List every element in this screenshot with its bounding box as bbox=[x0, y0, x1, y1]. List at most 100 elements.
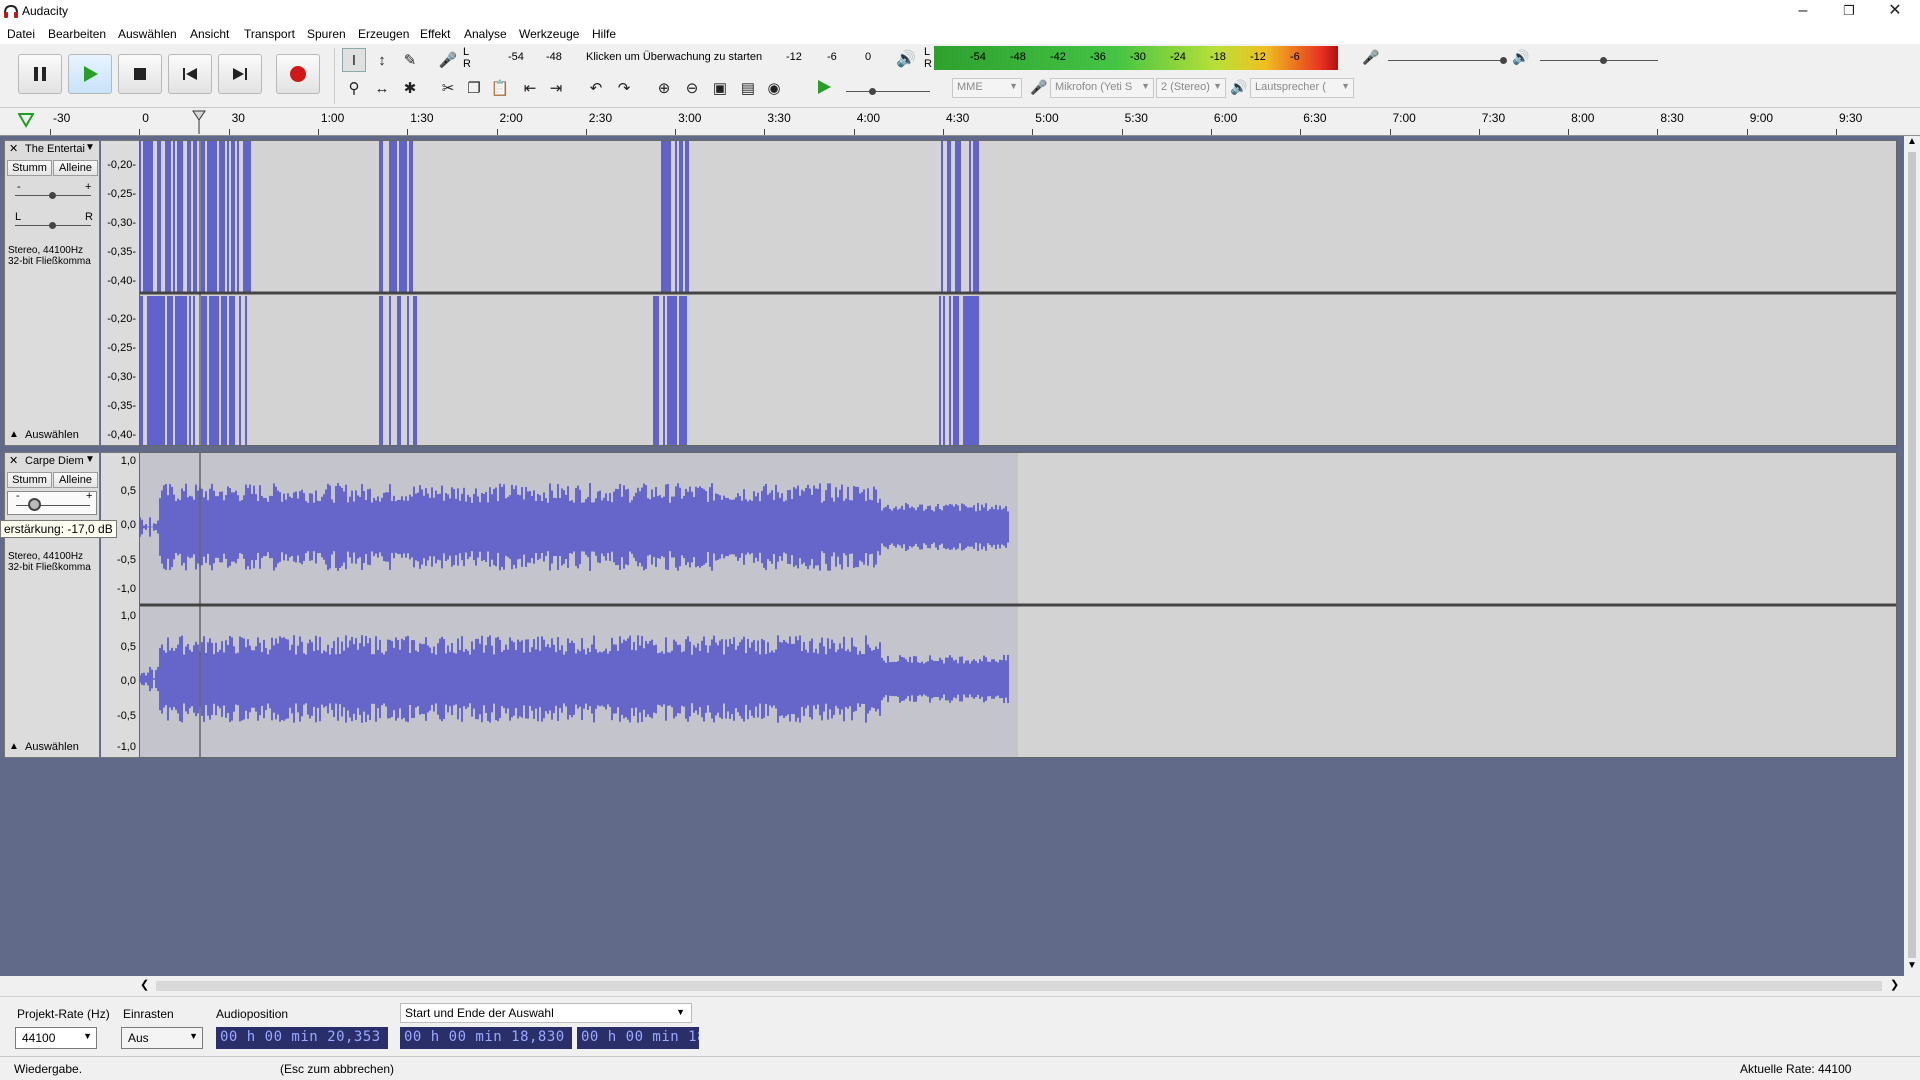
track-name-menu[interactable]: ✕ Carpe Diem ▼ bbox=[7, 454, 97, 470]
minimize-button[interactable]: – bbox=[1780, 0, 1826, 24]
menu-erzeugen[interactable]: Erzeugen bbox=[358, 27, 409, 41]
close-window-button[interactable]: ✕ bbox=[1872, 0, 1918, 24]
stop-button[interactable] bbox=[118, 54, 162, 94]
play-speed-slider[interactable] bbox=[846, 91, 930, 92]
pause-button[interactable] bbox=[18, 54, 62, 94]
rec-meter-hint[interactable]: Klicken um Überwachung zu starten bbox=[586, 51, 762, 63]
draw-tool-icon[interactable]: ✎ bbox=[398, 48, 422, 72]
microphone-icon[interactable]: 🎤 bbox=[436, 48, 460, 72]
project-rate-select[interactable]: 44100 ▼ bbox=[15, 1027, 97, 1049]
scale-label: -0,25- bbox=[107, 342, 136, 354]
track-waveform[interactable] bbox=[139, 452, 1897, 758]
horizontal-scroll-thumb[interactable] bbox=[156, 981, 1882, 991]
maximize-button[interactable]: ❐ bbox=[1826, 0, 1872, 24]
scroll-up-icon[interactable]: ▲ bbox=[1907, 136, 1917, 147]
playback-volume-slider[interactable] bbox=[1540, 60, 1658, 61]
track-vertical-scale[interactable]: -0,20- -0,25- -0,30- -0,35- -0,40- -0,20… bbox=[101, 140, 139, 446]
solo-button[interactable]: Alleine bbox=[53, 472, 98, 488]
play-button[interactable] bbox=[68, 54, 112, 94]
ruler-tick-mark bbox=[228, 129, 230, 135]
timeline-ruler[interactable]: -30 0 30 1:00 1:30 2:00 2:30 3:00 3:30 4:00 4:30 5:… bbox=[0, 108, 1920, 136]
playback-volume-knob[interactable] bbox=[1600, 57, 1607, 64]
redo-icon[interactable]: ↷ bbox=[612, 76, 636, 100]
output-device-select[interactable]: Lautsprecher (▼ bbox=[1250, 78, 1354, 98]
audio-host-select[interactable]: MME ▼ bbox=[952, 78, 1022, 98]
record-volume-slider[interactable] bbox=[1388, 60, 1506, 61]
selection-end-display[interactable]: 00 h 00 min 18,83 bbox=[577, 1027, 699, 1049]
track-name-menu[interactable]: ✕ The Entertai ▼ bbox=[7, 142, 97, 158]
pan-slider-knob[interactable] bbox=[49, 222, 56, 229]
menu-effekt[interactable]: Effekt bbox=[420, 27, 450, 41]
menu-werkzeuge[interactable]: Werkzeuge bbox=[519, 27, 579, 41]
horizontal-scrollbar[interactable]: ❮ ❯ bbox=[0, 976, 1904, 996]
ruler-tick-label: 5:00 bbox=[1035, 111, 1059, 125]
menu-hilfe[interactable]: Hilfe bbox=[592, 27, 616, 41]
input-device-select[interactable]: Mikrofon (Yeti S ▼ bbox=[1050, 78, 1154, 98]
vertical-scroll-thumb[interactable] bbox=[1908, 152, 1916, 958]
track-menu-arrow-icon[interactable]: ▼ bbox=[85, 454, 95, 465]
select-track-button[interactable]: ▲ Auswählen bbox=[7, 429, 97, 443]
menu-ansicht[interactable]: Ansicht bbox=[190, 27, 229, 41]
menu-auswaehlen[interactable]: Auswählen bbox=[118, 27, 177, 41]
menu-datei[interactable]: Datei bbox=[7, 27, 35, 41]
fit-project-icon[interactable]: ▤ bbox=[736, 76, 760, 100]
mute-button[interactable]: Stumm bbox=[7, 160, 52, 176]
zoom-in-icon[interactable]: ⊕ bbox=[652, 76, 676, 100]
ruler-tick-label: 1:30 bbox=[410, 111, 434, 125]
speaker-icon[interactable]: 🔊 bbox=[896, 49, 916, 69]
scroll-right-icon[interactable]: ❯ bbox=[1890, 978, 1899, 991]
track-area[interactable]: ✕ The Entertai ▼ Stumm Alleine - + L R S… bbox=[0, 136, 1904, 976]
vertical-scrollbar[interactable]: ▲ ▼ bbox=[1904, 136, 1920, 976]
selection-mode-select[interactable]: Start und Ende der Auswahl ▼ bbox=[400, 1003, 692, 1023]
play-at-speed-button[interactable] bbox=[816, 79, 832, 98]
record-volume-icon: 🎤 bbox=[1362, 49, 1380, 65]
collapse-arrow-icon[interactable]: ▲ bbox=[9, 429, 19, 440]
envelope-tool-icon[interactable]: ↕ bbox=[370, 48, 394, 72]
scroll-left-icon[interactable]: ❮ bbox=[140, 978, 149, 991]
menu-transport[interactable]: Transport bbox=[244, 27, 295, 41]
fit-selection-icon[interactable]: ▣ bbox=[708, 76, 732, 100]
trim-icon[interactable]: ⇤ bbox=[518, 76, 542, 100]
track-vertical-scale[interactable]: 1,0 0,5 0,0 -0,5 -1,0 1,0 0,5 0,0 -0,5 -… bbox=[101, 452, 139, 758]
copy-icon[interactable]: ❐ bbox=[462, 76, 486, 100]
select-track-button[interactable]: ▲ Auswählen bbox=[7, 741, 97, 755]
solo-button[interactable]: Alleine bbox=[53, 160, 98, 176]
play-tick: -12 bbox=[1250, 51, 1266, 63]
scroll-down-icon[interactable]: ▼ bbox=[1907, 960, 1917, 971]
skip-to-end-button[interactable] bbox=[218, 54, 262, 94]
undo-icon[interactable]: ↶ bbox=[584, 76, 608, 100]
record-volume-knob[interactable] bbox=[1500, 57, 1507, 64]
multi-tool-icon[interactable]: ✱ bbox=[398, 76, 422, 100]
zoom-out-icon[interactable]: ⊖ bbox=[680, 76, 704, 100]
channels-select[interactable]: 2 (Stereo) ▼ bbox=[1156, 78, 1226, 98]
close-track-icon[interactable]: ✕ bbox=[9, 454, 18, 467]
menu-analyse[interactable]: Analyse bbox=[464, 27, 507, 41]
mute-button[interactable]: Stumm bbox=[7, 472, 52, 488]
zoom-tool-icon[interactable]: ⚲ bbox=[342, 76, 366, 100]
selection-tool-icon[interactable]: I bbox=[342, 48, 366, 72]
selection-start-display[interactable]: 00 h 00 min 18,830 sec bbox=[400, 1027, 572, 1049]
selection-mode-value: Start und Ende der Auswahl bbox=[405, 1006, 554, 1020]
collapse-arrow-icon[interactable]: ▲ bbox=[9, 741, 19, 752]
silence-icon[interactable]: ⇥ bbox=[544, 76, 568, 100]
close-track-icon[interactable]: ✕ bbox=[9, 142, 18, 155]
track-menu-arrow-icon[interactable]: ▼ bbox=[85, 142, 95, 153]
gain-slider-knob[interactable] bbox=[28, 498, 41, 511]
paste-icon[interactable]: 📋 bbox=[488, 76, 512, 100]
menu-spuren[interactable]: Spuren bbox=[307, 27, 346, 41]
ruler-tick-mark bbox=[943, 129, 944, 135]
track-waveform[interactable] bbox=[139, 140, 1897, 446]
cut-icon[interactable]: ✂ bbox=[436, 76, 460, 100]
zoom-toggle-icon[interactable]: ◉ bbox=[762, 76, 786, 100]
skip-to-start-button[interactable] bbox=[168, 54, 212, 94]
menu-bearbeiten[interactable]: Bearbeiten bbox=[48, 27, 106, 41]
timeshift-tool-icon[interactable]: ↔ bbox=[370, 76, 394, 100]
rec-tick: -48 bbox=[546, 51, 562, 63]
record-button[interactable] bbox=[276, 54, 320, 94]
audio-position-display[interactable]: 00 h 00 min 20,353 sec bbox=[216, 1027, 388, 1049]
snap-select[interactable]: Aus ▼ bbox=[121, 1027, 203, 1049]
gain-slider-focused[interactable]: - + bbox=[7, 490, 97, 515]
play-speed-knob[interactable] bbox=[869, 88, 876, 95]
gain-slider-knob[interactable] bbox=[49, 192, 56, 199]
pin-playhead-icon[interactable] bbox=[18, 112, 34, 128]
